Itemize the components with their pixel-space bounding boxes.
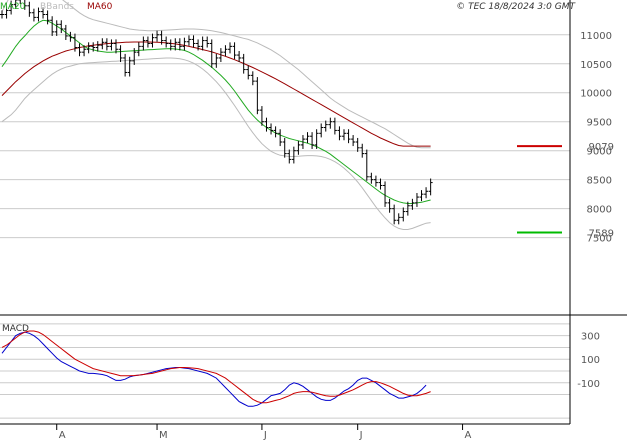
price-tick-label: 8000 — [587, 205, 612, 216]
x-tick-label: M — [159, 430, 168, 440]
macd-tick-label: 300 — [581, 332, 600, 343]
x-tick-label: J — [263, 430, 267, 440]
macd-tick-label: -100 — [577, 379, 600, 390]
price-level-label: 9079 — [589, 142, 614, 153]
x-tick-label: J — [359, 430, 363, 440]
legend-ma60: MA60 — [87, 2, 113, 12]
price-tick-label: 8500 — [587, 176, 612, 187]
price-level-label: 7589 — [589, 228, 614, 239]
price-tick-label: 10500 — [580, 60, 612, 71]
x-tick-label: A — [465, 430, 472, 440]
legend-bbands: BBands — [40, 2, 74, 12]
legend: MA20 BBands MA60 — [0, 2, 113, 12]
price-tick-label: 10000 — [580, 89, 612, 100]
macd-tick-label: 100 — [581, 355, 600, 366]
chart-credit: © TEC 18/8/2024 3:0 GMT — [456, 2, 576, 12]
legend-ma20: MA20 — [0, 2, 26, 12]
macd-title: MACD — [2, 324, 29, 334]
price-tick-label: 11000 — [580, 31, 612, 42]
stock-chart: 7500800085009000950010000105001100030010… — [0, 0, 627, 440]
x-tick-label: A — [59, 430, 66, 440]
price-tick-label: 9500 — [587, 118, 612, 129]
chart-background — [0, 0, 627, 440]
